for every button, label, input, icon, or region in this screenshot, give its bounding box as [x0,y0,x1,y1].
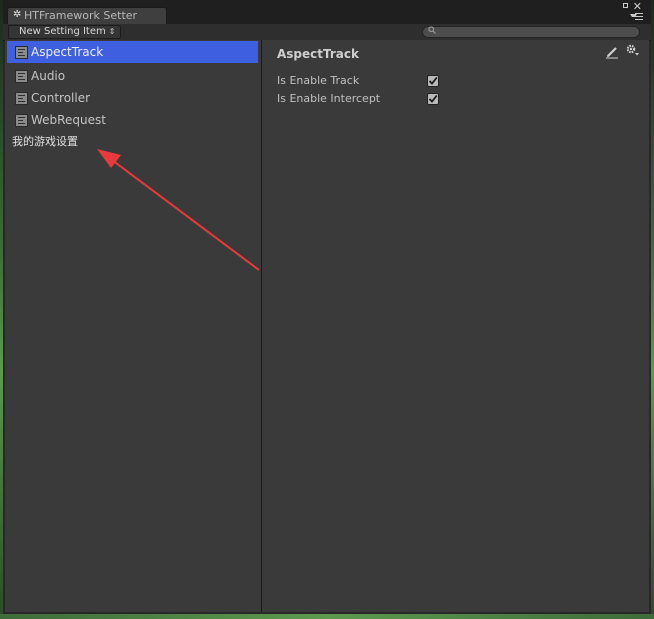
annotation-arrow [97,149,260,271]
